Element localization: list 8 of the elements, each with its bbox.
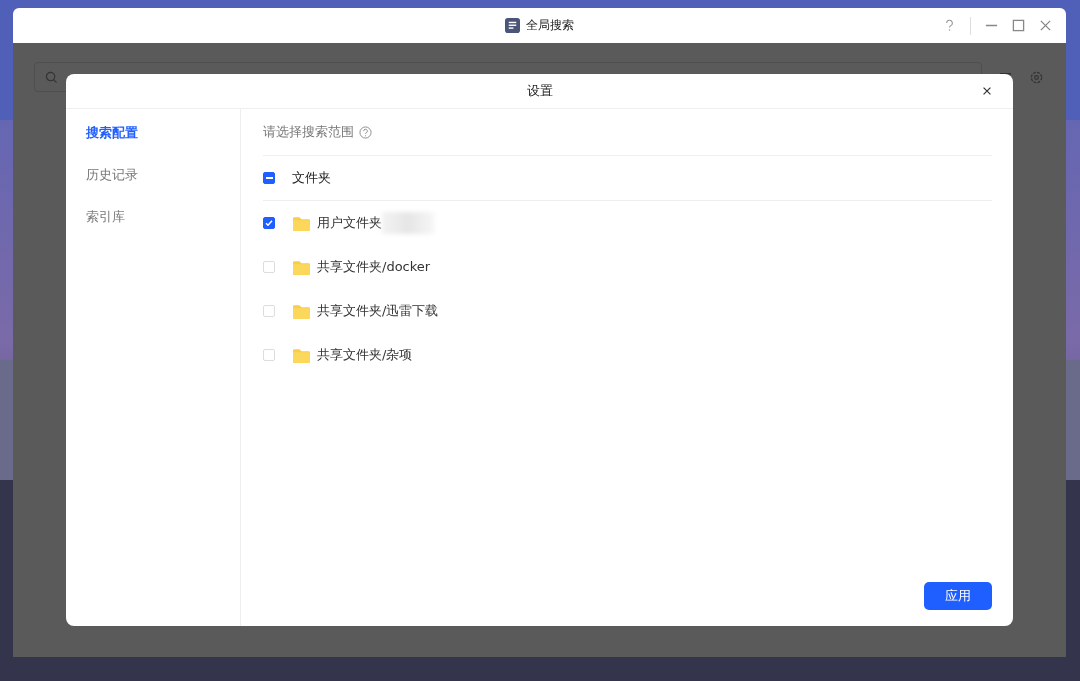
folder-label: 共享文件夹/杂项: [317, 346, 413, 364]
folder-label: 共享文件夹/docker: [317, 258, 431, 276]
dialog-title: 设置: [526, 82, 553, 100]
folder-label: 用户文件夹: [317, 214, 382, 232]
group-label: 文件夹: [292, 169, 331, 187]
scope-label: 请选择搜索范围: [263, 123, 354, 141]
window-title: 全局搜索: [526, 17, 574, 34]
folder-label: 共享文件夹/迅雷下载: [317, 302, 439, 320]
